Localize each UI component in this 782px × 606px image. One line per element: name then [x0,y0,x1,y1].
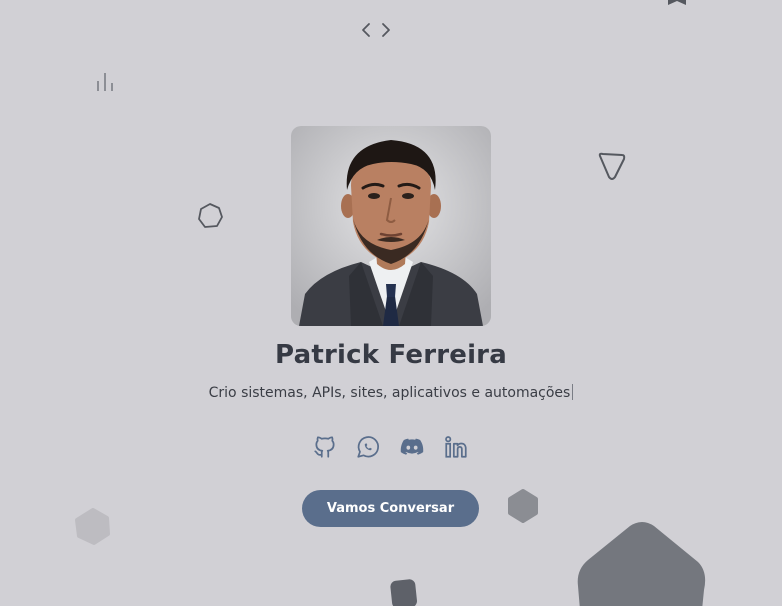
bar-chart-icon [97,73,113,91]
whatsapp-icon [357,436,379,458]
linkedin-icon [445,436,467,458]
discord-icon [400,438,424,455]
bookmark-icon [668,0,686,5]
blob-shape-small [508,489,538,523]
profile-name: Patrick Ferreira [275,340,507,370]
social-link-whatsapp[interactable] [355,434,381,460]
portrait-illustration [291,126,491,326]
social-link-linkedin[interactable] [443,434,469,460]
code-brackets-icon [362,23,390,37]
heptagon-shape [198,203,223,228]
large-blob-shape [577,522,706,606]
github-icon [314,436,335,458]
social-link-discord[interactable] [399,434,425,460]
profile-tagline: Crio sistemas, APIs, sites, aplicativos … [0,384,782,401]
typing-cursor [572,384,574,400]
triangle-shape [598,152,626,180]
blob-shape-left [75,508,110,545]
profile-photo [291,126,491,326]
lets-talk-button[interactable]: Vamos Conversar [302,490,479,527]
tagline-text: Crio sistemas, APIs, sites, aplicativos … [208,385,571,401]
square-blob-shape [390,579,418,606]
social-links [312,434,472,462]
social-link-github[interactable] [312,434,338,460]
